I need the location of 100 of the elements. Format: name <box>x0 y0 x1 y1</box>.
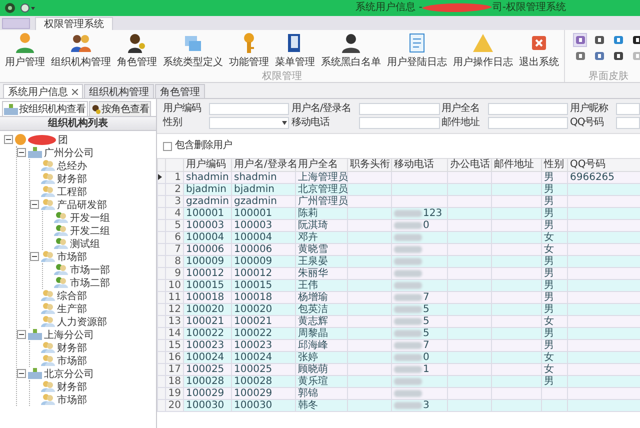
input-field[interactable] <box>616 103 640 115</box>
table-cell: 123 <box>423 208 442 219</box>
expander[interactable] <box>17 148 26 157</box>
tree-item[interactable]: 广州分公司 <box>44 146 94 160</box>
tree-item[interactable]: 市场部 <box>57 392 87 406</box>
notepad-icon <box>408 32 426 54</box>
close-icon[interactable] <box>72 88 78 94</box>
people-icon <box>41 173 55 184</box>
user-icon <box>15 32 35 54</box>
input-field[interactable] <box>359 103 440 115</box>
ribbon-button[interactable]: 用户操作日志 <box>450 30 516 71</box>
checkbox-label[interactable]: 包含删除用户 <box>175 140 232 152</box>
table-cell: 韩冬 <box>296 400 348 412</box>
redaction-scribble <box>422 2 492 14</box>
table-cell: 5 <box>423 328 430 339</box>
tree-item[interactable]: 工程部 <box>57 184 87 198</box>
skin-button[interactable] <box>592 33 606 47</box>
column-header[interactable]: 移动电话 <box>392 158 448 172</box>
tree-item[interactable]: 市场二部 <box>70 276 110 290</box>
gear-icon[interactable] <box>20 2 36 14</box>
tree-item[interactable]: 财务部 <box>57 340 87 354</box>
ribbon-button[interactable]: 系统黑白名单 <box>318 30 384 71</box>
building-icon <box>4 104 18 114</box>
view-tab[interactable]: 按组织机构查看 <box>2 101 88 116</box>
tree-item[interactable]: 开发一组 <box>70 210 110 224</box>
people-icon <box>41 342 55 353</box>
tree-item[interactable]: 测试组 <box>70 236 100 250</box>
skin-button[interactable] <box>630 33 640 47</box>
tree-item[interactable]: 团 <box>58 132 68 146</box>
tree-item[interactable]: 财务部 <box>57 380 87 394</box>
row-pointer-icon <box>158 174 162 180</box>
tree-item[interactable]: 总经办 <box>57 158 87 172</box>
input-field[interactable] <box>488 117 568 129</box>
expander[interactable] <box>30 252 39 261</box>
people-icon <box>70 32 92 54</box>
key-icon <box>241 32 257 54</box>
column-header[interactable]: 用户全名 <box>296 158 348 172</box>
input-field[interactable] <box>359 117 440 129</box>
tree-item[interactable]: 财务部 <box>57 172 87 186</box>
table-cell: 100030 <box>232 400 296 412</box>
people-icon <box>41 303 55 314</box>
people-icon <box>41 251 55 262</box>
tree-item[interactable]: 综合部 <box>57 288 87 302</box>
expander[interactable] <box>17 369 26 378</box>
expander[interactable] <box>4 135 13 144</box>
people-icon <box>41 199 55 210</box>
view-tab[interactable]: 按角色查看 <box>88 101 151 116</box>
expander[interactable] <box>30 200 39 209</box>
input-field[interactable] <box>209 103 290 115</box>
tree-item[interactable]: 市场一部 <box>70 262 110 276</box>
column-header[interactable]: 办公电话 <box>448 158 492 172</box>
ribbon-button[interactable]: 用户管理 <box>2 30 48 71</box>
column-header[interactable]: 用户名/登录名 <box>232 158 296 172</box>
input-field[interactable] <box>616 117 640 129</box>
ribbon-button[interactable]: 用户登陆日志 <box>384 30 450 71</box>
table-cell: 5 <box>423 304 430 315</box>
document-tab[interactable]: 组织机构管理 <box>84 84 154 98</box>
window-title: 司-权限管理系统 <box>492 0 566 15</box>
tree-item[interactable]: 市场部 <box>57 354 87 368</box>
app-icon[interactable] <box>4 2 16 14</box>
document-tab[interactable]: 角色管理 <box>155 84 205 98</box>
building-icon <box>28 329 42 340</box>
window-title: 系统用户信息 - <box>356 0 422 15</box>
expander[interactable] <box>17 330 26 339</box>
column-header[interactable]: 职务头衔 <box>348 158 392 172</box>
ribbon-button[interactable]: 组织机构管理 <box>48 30 114 71</box>
field-label: 性别 <box>163 117 183 129</box>
tree-item[interactable]: 产品研发部 <box>57 198 107 212</box>
ribbon-button[interactable]: 系统类型定义 <box>160 30 226 71</box>
checkbox[interactable] <box>163 142 172 150</box>
ribbon-button[interactable]: 角色管理 <box>114 30 160 71</box>
field-label: 用户名/登录名 <box>291 103 352 115</box>
ribbon-button[interactable]: 功能管理 <box>226 30 272 71</box>
tree-item[interactable]: 开发二组 <box>70 224 110 238</box>
group-label: 界面皮肤 <box>588 71 630 82</box>
ribbon-tab[interactable]: 权限管理系统 <box>35 17 113 30</box>
tree-item[interactable]: 北京分公司 <box>44 366 94 380</box>
table-cell: 7 <box>423 292 430 303</box>
tree-item[interactable]: 人力资源部 <box>57 314 107 328</box>
column-header[interactable]: QQ号码 <box>568 158 640 172</box>
ribbon-button[interactable]: 菜单管理 <box>272 30 318 71</box>
people-icon <box>41 290 55 301</box>
column-header[interactable]: 用户编码 <box>184 158 232 172</box>
tree-item[interactable]: 生产部 <box>57 302 87 316</box>
field-label: 邮件地址 <box>442 117 481 129</box>
document-tab[interactable]: 系统用户信息 <box>3 84 83 98</box>
skin-button[interactable] <box>611 49 625 63</box>
tree-item[interactable]: 上海分公司 <box>44 328 94 342</box>
tree-item[interactable]: 市场部 <box>57 250 87 264</box>
select-field[interactable] <box>209 117 290 129</box>
redaction-scribble <box>28 134 56 144</box>
table-cell: 0 <box>423 352 430 363</box>
column-header[interactable]: 邮件地址 <box>492 158 542 172</box>
ribbon-button[interactable]: 退出系统 <box>516 30 562 71</box>
panel-header: 组织机构列表 <box>0 117 156 131</box>
people-icon <box>41 381 55 392</box>
root-node-icon <box>15 134 26 145</box>
column-header[interactable]: 性别 <box>542 158 568 172</box>
table-cell: 100030 <box>184 400 232 412</box>
input-field[interactable] <box>488 103 568 115</box>
